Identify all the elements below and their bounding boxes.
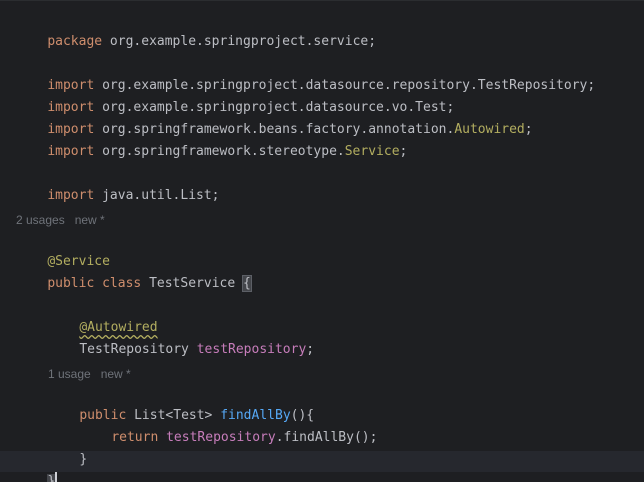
code-line-method-close[interactable]: } <box>48 430 87 467</box>
method-close-brace: } <box>79 452 88 467</box>
field-type: TestRepository <box>79 342 197 357</box>
code-line-field-declaration[interactable]: TestRepository testRepository; <box>48 320 314 357</box>
current-line-highlight <box>0 451 644 472</box>
semicolon: ; <box>399 144 408 159</box>
code-line-import-2[interactable]: import org.example.springproject.datasou… <box>16 78 454 115</box>
code-line-import-1[interactable]: import org.example.springproject.datasou… <box>16 56 595 93</box>
code-line-class-close[interactable]: } <box>16 452 58 482</box>
keyword-class: class <box>94 276 142 291</box>
package-name: org.example.springproject.service; <box>102 34 377 49</box>
code-line-class-declaration[interactable]: public class TestService { <box>16 254 252 292</box>
code-line-return-statement[interactable]: return testRepository.findAllBy(); <box>80 408 377 445</box>
code-line-method-signature[interactable]: public List<Test> findAllBy(){ <box>48 386 314 423</box>
code-line-autowired-annotation[interactable]: @Autowired <box>48 298 157 335</box>
return-method-call: .findAllBy(); <box>275 430 378 445</box>
method-usages-inlay-hint[interactable]: 1 usage new * <box>48 364 131 384</box>
class-name: TestService <box>141 276 243 291</box>
code-line-import-5[interactable]: import java.util.List; <box>16 166 219 203</box>
field-name: testRepository <box>196 342 307 357</box>
import-path: java.util.List; <box>94 188 220 203</box>
code-line-service-annotation[interactable]: @Service <box>16 232 110 269</box>
text-caret <box>55 472 58 482</box>
import-annotation-name: Autowired <box>454 122 525 137</box>
code-line-import-3[interactable]: import org.springframework.beans.factory… <box>16 100 532 137</box>
keyword-return: return <box>111 430 159 445</box>
import-annotation-name: Service <box>344 144 400 159</box>
keyword-package: package <box>47 34 103 49</box>
code-editor[interactable]: package org.example.springproject.servic… <box>0 0 644 482</box>
matched-open-brace: { <box>242 275 252 292</box>
code-line-import-4[interactable]: import org.springframework.stereotype.Se… <box>16 122 407 159</box>
keyword-import: import <box>47 144 95 159</box>
matched-close-brace: } <box>47 474 56 482</box>
return-field-name: testRepository <box>166 430 276 445</box>
editor-top-border <box>0 0 644 1</box>
import-path: org.springframework.stereotype. <box>94 144 345 159</box>
keyword-import: import <box>47 188 95 203</box>
code-line-package[interactable]: package org.example.springproject.servic… <box>16 12 376 49</box>
class-usages-inlay-hint[interactable]: 2 usages new * <box>16 210 105 230</box>
semicolon: ; <box>524 122 533 137</box>
semicolon: ; <box>306 342 315 357</box>
keyword-public: public <box>47 276 95 291</box>
